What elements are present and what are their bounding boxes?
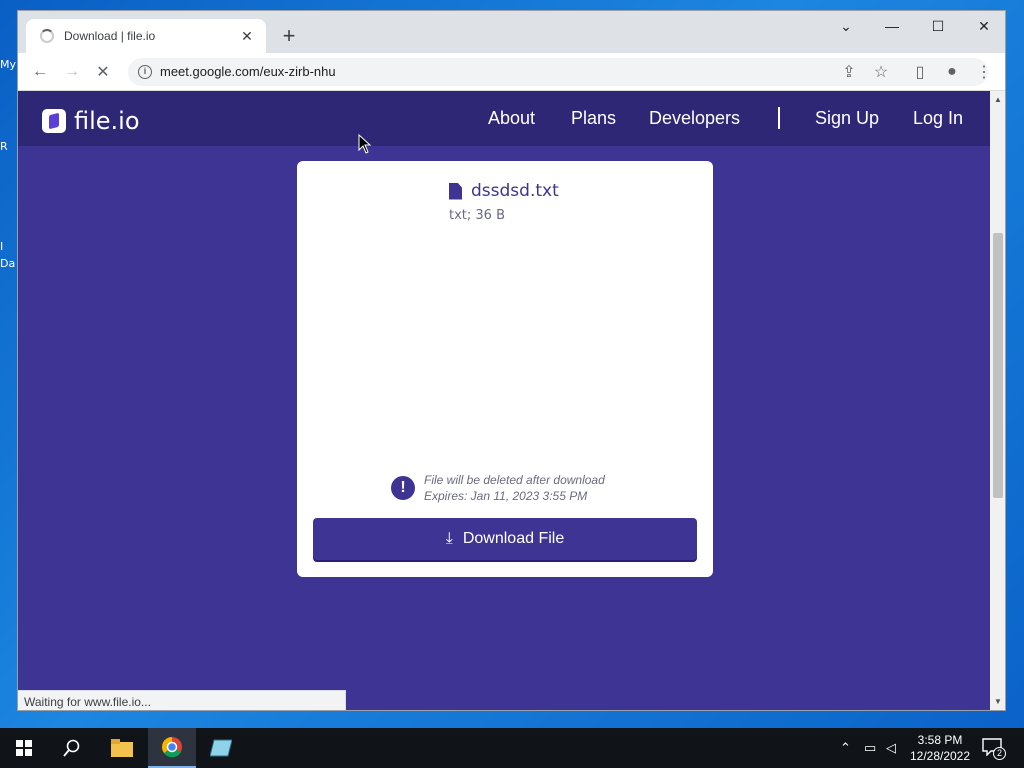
side-panel-icon[interactable]: ▯ [907,59,933,85]
scroll-up-icon[interactable]: ▲ [990,93,1005,107]
expiry-notice: ! File will be deleted after download Ex… [391,472,605,504]
windows-logo-icon [16,740,32,756]
desktop-icon-label[interactable]: I [0,240,3,253]
search-icon [63,739,80,757]
taskbar: ⌃ ▭ ◁ 3:58 PM 12/28/2022 2 [0,728,1024,768]
web-page: file.io About Plans Developers Sign Up L… [18,91,990,710]
browser-toolbar: ← → ✕ i meet.google.com/eux-zirb-nhu ⇪ ☆… [18,53,1005,91]
system-clock[interactable]: 3:58 PM 12/28/2022 [904,732,976,764]
scroll-thumb[interactable] [993,233,1003,498]
show-hidden-icons-icon[interactable]: ⌃ [840,740,851,756]
site-info-icon[interactable]: i [138,65,152,79]
notepad-icon [210,739,232,757]
share-icon[interactable]: ⇪ [836,59,862,85]
desktop-icon-label[interactable]: R [0,140,8,153]
app-taskbar-button[interactable] [197,728,245,768]
nav-about[interactable]: About [488,108,535,129]
download-label: Download File [462,530,565,547]
forward-button[interactable]: → [59,59,85,85]
volume-icon[interactable]: ◁ [886,740,896,756]
loading-spinner-icon [40,29,54,43]
desktop-icon-label[interactable]: Da [0,257,15,270]
network-icon[interactable]: ▭ [864,740,876,756]
menu-kebab-icon[interactable]: ⋮ [971,59,997,85]
delete-warning: File will be deleted after download [424,473,605,487]
download-icon: ⤓ [445,530,453,547]
exclamation-icon: ! [391,476,415,500]
start-button[interactable] [0,728,48,768]
logo-text: file.io [74,107,140,135]
search-button[interactable] [48,728,96,768]
file-icon [449,182,462,200]
url-text[interactable]: meet.google.com/eux-zirb-nhu [160,64,336,79]
new-tab-button[interactable]: + [276,23,302,49]
close-tab-icon[interactable]: ✕ [238,28,256,45]
clock-date: 12/28/2022 [909,749,971,763]
minimize-button[interactable]: — [869,11,915,41]
file-name-row: dssdsd.txt [449,181,559,201]
back-button[interactable]: ← [27,59,53,85]
nav-sign-up[interactable]: Sign Up [815,108,879,129]
scroll-down-icon[interactable]: ▼ [990,695,1005,709]
chrome-taskbar-button[interactable] [148,728,196,768]
download-file-button[interactable]: ⤓ Download File [313,518,697,560]
file-explorer-button[interactable] [98,728,146,768]
close-window-button[interactable]: ✕ [961,11,1005,41]
stop-loading-button[interactable]: ✕ [90,59,116,85]
maximize-button[interactable]: ☐ [915,11,961,41]
desktop-icon-label[interactable]: My [0,58,16,71]
folder-icon [111,739,133,757]
nav-developers[interactable]: Developers [649,108,740,129]
nav-plans[interactable]: Plans [571,108,616,129]
browser-window: Download | file.io ✕ + ⌄ — ☐ ✕ ← → ✕ i m… [17,10,1006,711]
expiry-date: Expires: Jan 11, 2023 3:55 PM [424,489,588,503]
chrome-icon [162,737,182,758]
browser-tab[interactable]: Download | file.io ✕ [26,19,266,53]
title-bar: Download | file.io ✕ + ⌄ — ☐ ✕ [18,11,1005,53]
tab-search-icon[interactable]: ⌄ [823,11,869,41]
status-bubble: Waiting for www.file.io... [18,690,346,710]
nav-log-in[interactable]: Log In [913,108,963,129]
notification-count-badge: 2 [993,747,1006,760]
profile-avatar[interactable]: ● [939,59,965,85]
action-center-button[interactable]: 2 [982,738,1006,760]
nav-divider [778,107,780,129]
file-io-logo-icon [42,109,66,133]
page-scrollbar[interactable]: ▲ ▼ [990,91,1005,710]
address-bar[interactable]: i meet.google.com/eux-zirb-nhu ⇪ ☆ [128,58,988,86]
file-meta: txt; 36 B [449,208,505,223]
file-name: dssdsd.txt [471,181,559,201]
bookmark-star-icon[interactable]: ☆ [868,59,894,85]
clock-time: 3:58 PM [917,733,963,747]
mouse-cursor-icon [358,134,372,154]
site-logo[interactable]: file.io [42,107,140,135]
site-navbar: file.io About Plans Developers Sign Up L… [18,91,990,146]
download-card: dssdsd.txt txt; 36 B ! File will be dele… [297,161,713,577]
tab-title: Download | file.io [64,29,156,43]
